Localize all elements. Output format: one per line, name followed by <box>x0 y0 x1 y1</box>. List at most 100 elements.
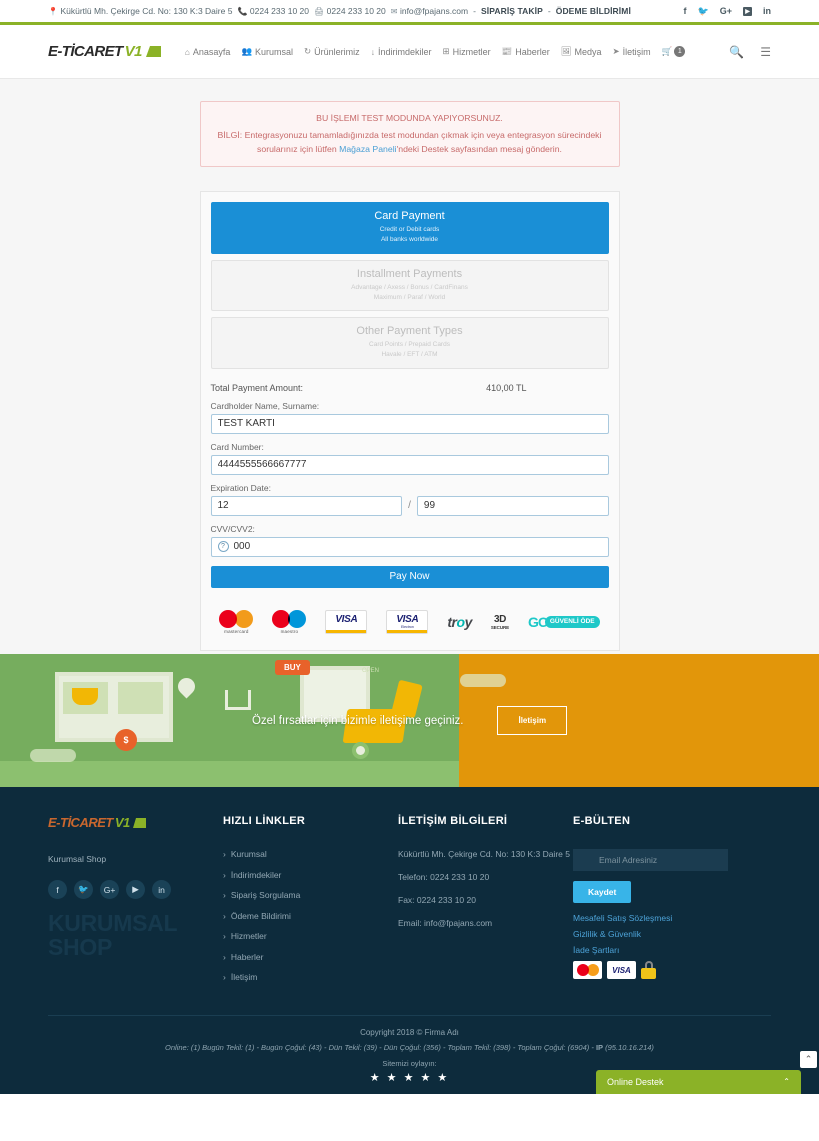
cvv-row: ? <box>210 536 609 557</box>
cta-contact-button[interactable]: İletişim <box>497 706 568 735</box>
youtube-icon[interactable]: ▶ <box>126 880 145 899</box>
visa-electron-sub: Electron <box>400 624 414 629</box>
nav-label: Ürünlerimiz <box>314 46 360 57</box>
nav-item-medya[interactable]: 🖼 Medya <box>561 46 602 57</box>
go-guvenli-ode-logo: GO GÜVENLİ ÖDE <box>528 614 600 630</box>
nav-item-iletisim[interactable]: ➤ İletişim <box>613 46 651 57</box>
visa-electron-label: VISA <box>396 613 419 625</box>
expiration-year-input[interactable] <box>416 495 609 516</box>
facebook-icon[interactable]: f <box>684 6 687 16</box>
download-icon: ↓ <box>370 46 375 57</box>
address-text: Kükürtlü Mh. Çekirge Cd. No: 130 K:3 Dai… <box>60 6 233 16</box>
cta-banner: BUY OPEN $ Özel fırsatlar için bizimle i… <box>0 654 819 787</box>
order-tracking-link[interactable]: SİPARİŞ TAKİP <box>481 6 543 16</box>
chevron-up-icon: ⌃ <box>783 1077 790 1086</box>
footer-link-kurumsal[interactable]: › Kurumsal <box>223 849 398 859</box>
expiration-row: / <box>210 495 609 516</box>
mastercard-logo: mastercard <box>219 609 254 634</box>
cardholder-label: Cardholder Name, Surname: <box>210 400 320 411</box>
linkedin-icon[interactable]: in <box>152 880 171 899</box>
contact-phone: Telefon: 0224 233 10 20 <box>398 872 490 882</box>
pm-sub2: All banks worldwide <box>380 236 439 244</box>
nav-item-anasayfa[interactable]: ⌂ Anasayfa <box>185 47 231 57</box>
linkedin-icon[interactable]: in <box>763 6 771 16</box>
mastercard-label: mastercard <box>224 628 249 634</box>
logo-cart-icon <box>145 46 161 57</box>
contact-email: Email: info@fpajans.com <box>398 918 493 928</box>
facebook-icon[interactable]: f <box>48 880 67 899</box>
twitter-icon[interactable]: 🐦 <box>74 880 93 899</box>
payment-method-other[interactable]: Other Payment Types Card Points / Prepai… <box>210 317 609 369</box>
expiration-separator: / <box>408 500 411 512</box>
nav-item-urunlerimiz[interactable]: ↻ Ürünlerimiz <box>304 46 360 57</box>
payment-method-card-payment[interactable]: Card Payment Credit or Debit cards All b… <box>210 202 609 254</box>
newsletter-submit-button[interactable]: Kaydet <box>573 881 632 903</box>
footer-link-haberler[interactable]: › Haberler <box>223 952 398 962</box>
visa-label: VISA <box>335 613 358 625</box>
search-icon[interactable]: 🔍 <box>729 45 744 59</box>
fax-info: 🖨 0224 233 10 20 <box>314 6 386 16</box>
legal-link-iade[interactable]: İade Şartları <box>573 945 748 955</box>
logo-text-version: V1 <box>124 43 143 60</box>
legal-link-mesafeli[interactable]: Mesafeli Satış Sözleşmesi <box>573 913 748 923</box>
footer-link-iletisim[interactable]: › İletişim <box>223 972 398 982</box>
go-text-label: GÜVENLİ ÖDE <box>544 615 600 628</box>
payment-method-installment[interactable]: Installment Payments Advantage / Axess /… <box>210 259 609 312</box>
nav-label: İletişim <box>622 46 651 57</box>
logo-text-primary: E-TİCARET <box>48 43 123 60</box>
hamburger-menu-icon[interactable]: ☰ <box>760 45 771 59</box>
expiration-month-input[interactable] <box>210 495 403 516</box>
total-amount-value: 410,00 TL <box>486 382 527 393</box>
youtube-icon[interactable]: ▶ <box>743 6 752 16</box>
payment-notice-link[interactable]: ÖDEME BİLDİRİMİ <box>556 6 631 16</box>
footer-logo-primary: E-TİCARET <box>48 815 113 830</box>
footer-logo-version: V1 <box>114 815 130 830</box>
google-plus-icon[interactable]: G+ <box>100 880 119 899</box>
pm-sub1: Advantage / Axess / Bonus / CardFinans <box>351 283 468 291</box>
site-header: E-TİCARET V1 ⌂ Anasayfa 👥 Kurumsal ↻ Ürü… <box>0 25 819 79</box>
phone-text: 0224 233 10 20 <box>249 6 309 16</box>
footer-link-hizmetler[interactable]: › Hizmetler <box>223 931 398 941</box>
online-support-widget[interactable]: Online Destek ⌃ <box>596 1069 801 1094</box>
lock-icon <box>641 961 656 979</box>
help-circle-icon[interactable]: ? <box>217 540 229 552</box>
store-panel-link[interactable]: Mağaza Paneli <box>339 144 396 154</box>
nav-item-haberler[interactable]: 📰 Haberler <box>502 46 550 57</box>
cvv-input[interactable] <box>210 536 609 557</box>
pay-now-button[interactable]: Pay Now <box>210 565 609 588</box>
legal-link-gizlilik[interactable]: Gizlilik & Güvenlik <box>573 929 748 939</box>
quicklinks-heading: HIZLI LİNKLER <box>223 815 306 827</box>
footer-link-siparis-sorgulama[interactable]: › Sipariş Sorgulama <box>223 890 398 900</box>
3d-secure-logo: 3D SECURE <box>491 614 509 630</box>
secure-label: SECURE <box>490 624 510 630</box>
total-amount-row: Total Payment Amount: 410,00 TL <box>211 383 609 393</box>
site-footer: E-TİCARET V1 Kurumsal Shop f 🐦 G+ ▶ in K… <box>0 787 819 1094</box>
footer-quicklinks-column: HIZLI LİNKLER › Kurumsal › İndirimdekiler … <box>223 815 398 993</box>
nav-label: Medya <box>574 46 602 57</box>
address-info: 📍 Kükürtlü Mh. Çekirge Cd. No: 130 K:3 D… <box>48 6 232 16</box>
google-plus-icon[interactable]: G+ <box>720 6 732 16</box>
chevron-right-icon: › <box>223 869 226 880</box>
newsletter-email-input[interactable] <box>573 849 728 871</box>
footer-logo[interactable]: E-TİCARET V1 <box>48 815 223 830</box>
cardholder-name-input[interactable] <box>210 413 609 434</box>
stats-text: Online: (1) Bugün Tekil: (1) - Bugün Çoğ… <box>165 1042 596 1052</box>
nav-item-kurumsal[interactable]: 👥 Kurumsal <box>241 46 293 57</box>
footer-link-odeme-bildirimi[interactable]: › Ödeme Bildirimi <box>223 911 398 921</box>
test-mode-alert: BU İŞLEMİ TEST MODUNDA YAPIYORSUNUZ. BİL… <box>199 101 620 168</box>
nav-item-indirimdekiler[interactable]: ↓ İndirimdekiler <box>371 47 432 57</box>
pm-sub2: Havale / EFT / ATM <box>381 351 438 359</box>
card-number-input[interactable] <box>210 454 609 475</box>
topbar-separator: - <box>473 6 476 16</box>
refresh-icon: ↻ <box>304 46 312 56</box>
pm-sub1: Credit or Debit cards <box>379 226 440 234</box>
cart-button[interactable]: 🛒 1 <box>662 46 686 57</box>
nav-item-hizmetler[interactable]: ⊞ Hizmetler <box>442 46 490 57</box>
twitter-icon[interactable]: 🐦 <box>698 6 709 17</box>
scroll-to-top-button[interactable]: ⌃ <box>800 1050 817 1068</box>
nav-label: Hizmetler <box>452 46 491 57</box>
maestro-label: maestro <box>280 628 299 634</box>
site-logo[interactable]: E-TİCARET V1 <box>48 43 161 60</box>
footer-link-indirimdekiler[interactable]: › İndirimdekiler <box>223 870 398 880</box>
pm-sub2: Maximum / Paraf / World <box>373 293 446 301</box>
